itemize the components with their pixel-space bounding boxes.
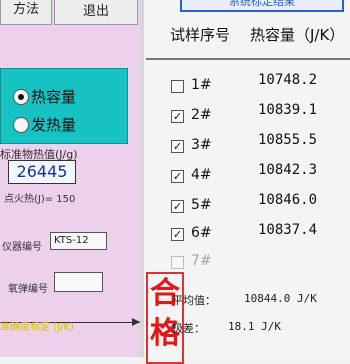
- row-checkbox[interactable]: ✓: [171, 140, 184, 153]
- row-heat-value: 10855.5: [258, 132, 318, 148]
- pass-stamp: 合格: [146, 272, 184, 364]
- mode-label-calorific: 发热量: [31, 116, 77, 134]
- row-heat-value: 10846.0: [258, 192, 318, 208]
- bomb-label: 氧弹编号: [8, 284, 48, 295]
- footer-left-text: 准确度标定 (J/K): [0, 322, 74, 333]
- ignition-label: 点火热(J)= 150: [4, 194, 76, 205]
- instrument-field[interactable]: KTS-12: [50, 232, 107, 250]
- row-sample-id: 7#: [191, 253, 212, 269]
- row-heat-value: 10748.2: [258, 72, 318, 88]
- range-value: 18.1 J/K: [228, 320, 281, 333]
- mode-radio-calorific[interactable]: [13, 117, 29, 133]
- mode-group: 热容量 发热量: [0, 68, 128, 144]
- row-checkbox[interactable]: [171, 80, 184, 93]
- arrow-icon: [132, 318, 140, 326]
- row-sample-id: 6#: [191, 225, 212, 241]
- row-checkbox[interactable]: ✓: [171, 200, 184, 213]
- exit-button-label: 退出: [82, 4, 109, 19]
- header-divider: [146, 58, 350, 60]
- avg-label: 平均值：: [172, 294, 216, 307]
- result-banner: 系统标定结果: [180, 0, 344, 12]
- row-checkbox[interactable]: [171, 256, 184, 269]
- mode-label-heat-capacity: 热容量: [31, 88, 77, 106]
- row-heat-value: 10837.4: [258, 222, 318, 238]
- method-button-label: 方法: [12, 2, 39, 17]
- avg-value: 10844.0 J/K: [244, 292, 317, 305]
- row-checkbox[interactable]: ✓: [171, 170, 184, 183]
- range-label: 极差：: [172, 322, 205, 335]
- row-heat-value: 10839.1: [258, 102, 318, 118]
- exit-button[interactable]: 退出: [54, 0, 138, 25]
- bomb-field[interactable]: [54, 272, 103, 292]
- row-sample-id: 2#: [191, 107, 212, 123]
- method-button[interactable]: 方法: [0, 0, 52, 25]
- instrument-label: 仪器编号: [2, 242, 42, 253]
- row-heat-value: 10842.3: [258, 162, 318, 178]
- row-checkbox[interactable]: ✓: [171, 110, 184, 123]
- col-heat-capacity-header: 热容量（J/K）: [250, 26, 345, 44]
- row-sample-id: 3#: [191, 137, 212, 153]
- row-sample-id: 4#: [191, 167, 212, 183]
- mode-radio-heat-capacity[interactable]: [13, 89, 29, 105]
- standard-value-field[interactable]: 26445: [8, 160, 76, 184]
- row-sample-id: 5#: [191, 197, 212, 213]
- row-checkbox[interactable]: ✓: [171, 228, 184, 241]
- panel-divider: [140, 0, 144, 357]
- col-sample-id-header: 试样序号: [170, 26, 231, 44]
- row-sample-id: 1#: [191, 77, 212, 93]
